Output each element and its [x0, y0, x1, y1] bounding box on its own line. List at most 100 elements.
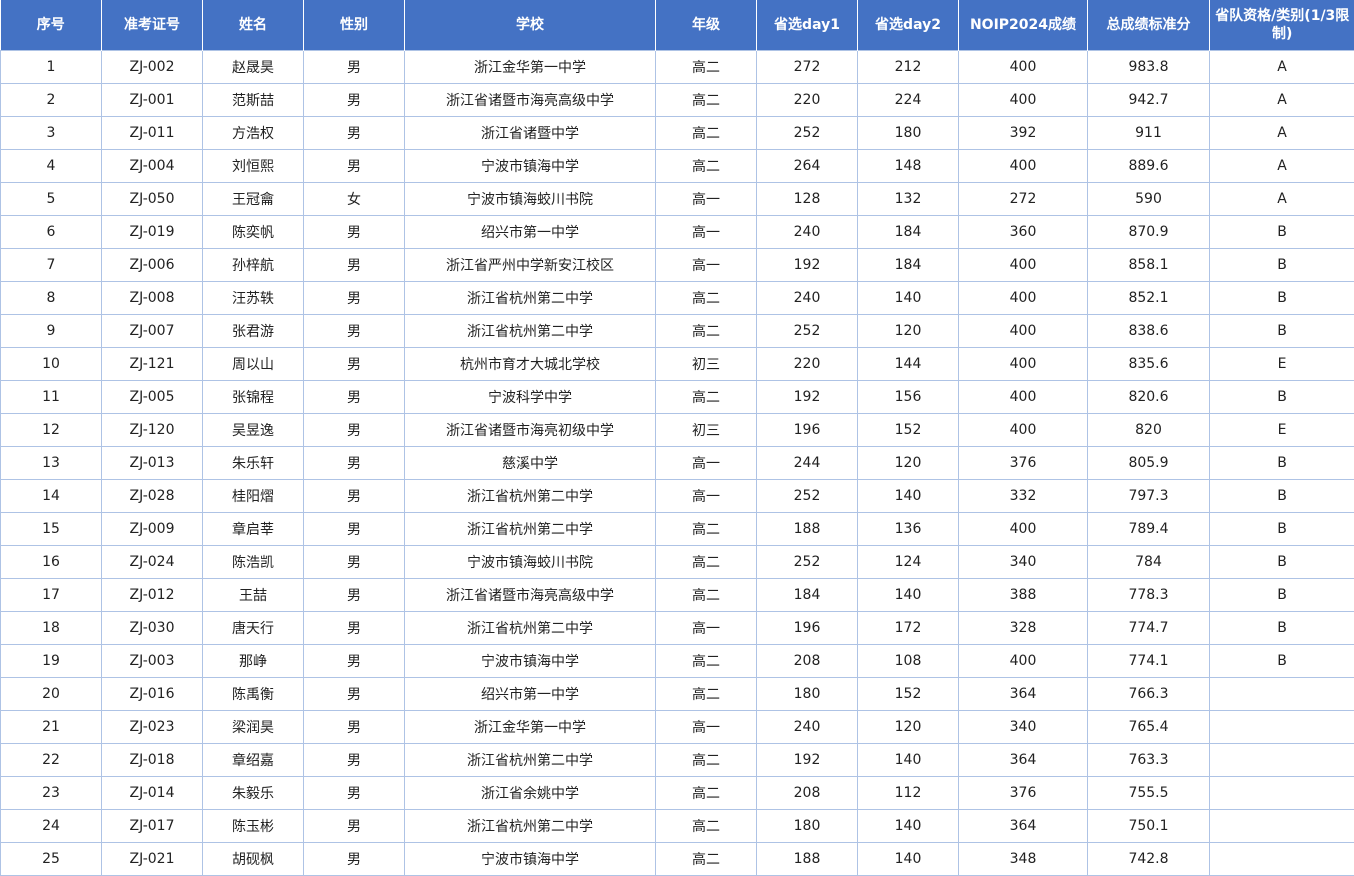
cell-name: 吴昱逸: [202, 413, 304, 447]
cell-school: 浙江省杭州第二中学: [404, 809, 656, 843]
cell-school: 浙江金华第一中学: [404, 710, 656, 744]
cell-qualification: B: [1209, 644, 1354, 678]
table-row: 20 ZJ-016 陈禹衡男绍兴市第一中学 高二 180 152 364 766.3: [0, 677, 1354, 711]
cell-grade: 高二: [655, 644, 757, 678]
cell-gender: 男: [303, 578, 405, 612]
table-row: 23 ZJ-014 朱毅乐男浙江省余姚中学 高二 208 112 376 755.5: [0, 776, 1354, 810]
cell-grade: 高二: [655, 314, 757, 348]
cell-rank: 12: [0, 413, 102, 447]
col-header-qualification: 省队资格/类别(1/3限制): [1209, 0, 1354, 51]
cell-grade: 高二: [655, 842, 757, 876]
cell-gender: 男: [303, 248, 405, 282]
cell-day1: 264: [756, 149, 858, 183]
cell-gender: 男: [303, 149, 405, 183]
cell-noip: 400: [958, 281, 1088, 315]
cell-school: 浙江金华第一中学: [404, 50, 656, 84]
table-row: 24 ZJ-017 陈玉彬男浙江省杭州第二中学 高二 180 140 364 750.1: [0, 809, 1354, 843]
cell-qualification: A: [1209, 149, 1354, 183]
cell-qualification: A: [1209, 83, 1354, 117]
cell-exam-id: ZJ-120: [101, 413, 203, 447]
cell-school: 宁波市镇海中学: [404, 842, 656, 876]
cell-total-score: 766.3: [1087, 677, 1210, 711]
table-row: 2 ZJ-001 范斯喆男浙江省诸暨市海亮高级中学 高二 220 224 400 942.7 A: [0, 83, 1354, 117]
table-row: 7 ZJ-006 孙梓航男浙江省严州中学新安江校区 高一 192 184 400 858.1 B: [0, 248, 1354, 282]
cell-grade: 初三: [655, 347, 757, 381]
cell-rank: 20: [0, 677, 102, 711]
cell-grade: 初三: [655, 413, 757, 447]
cell-rank: 14: [0, 479, 102, 513]
col-header-grade: 年级: [655, 0, 757, 51]
cell-day2: 140: [857, 809, 959, 843]
cell-exam-id: ZJ-018: [101, 743, 203, 777]
cell-qualification: A: [1209, 116, 1354, 150]
cell-total-score: 870.9: [1087, 215, 1210, 249]
cell-name: 汪苏轶: [202, 281, 304, 315]
cell-noip: 400: [958, 512, 1088, 546]
cell-gender: 男: [303, 281, 405, 315]
cell-school: 浙江省杭州第二中学: [404, 314, 656, 348]
cell-day1: 208: [756, 644, 858, 678]
table-row: 5 ZJ-050 王冠龠女宁波市镇海蛟川书院 高一 128 132 272 590 A: [0, 182, 1354, 216]
cell-gender: 男: [303, 380, 405, 414]
cell-day1: 240: [756, 281, 858, 315]
cell-qualification: B: [1209, 380, 1354, 414]
cell-total-score: 774.7: [1087, 611, 1210, 645]
cell-school: 宁波市镇海蛟川书院: [404, 182, 656, 216]
cell-total-score: 889.6: [1087, 149, 1210, 183]
cell-day1: 196: [756, 413, 858, 447]
cell-name: 那峥: [202, 644, 304, 678]
cell-name: 桂阳熠: [202, 479, 304, 513]
cell-exam-id: ZJ-121: [101, 347, 203, 381]
cell-noip: 400: [958, 248, 1088, 282]
cell-exam-id: ZJ-023: [101, 710, 203, 744]
table-row: 14 ZJ-028 桂阳熠男浙江省杭州第二中学 高一 252 140 332 797.3 B: [0, 479, 1354, 513]
col-header-total-score: 总成绩标准分: [1087, 0, 1210, 51]
cell-qualification: E: [1209, 413, 1354, 447]
cell-day1: 252: [756, 116, 858, 150]
cell-qualification: B: [1209, 281, 1354, 315]
cell-noip: 400: [958, 50, 1088, 84]
cell-exam-id: ZJ-024: [101, 545, 203, 579]
cell-rank: 4: [0, 149, 102, 183]
cell-name: 刘恒熙: [202, 149, 304, 183]
cell-gender: 男: [303, 50, 405, 84]
cell-gender: 男: [303, 611, 405, 645]
cell-day1: 252: [756, 545, 858, 579]
cell-total-score: 789.4: [1087, 512, 1210, 546]
cell-day2: 184: [857, 248, 959, 282]
cell-day2: 152: [857, 677, 959, 711]
cell-exam-id: ZJ-017: [101, 809, 203, 843]
cell-day1: 208: [756, 776, 858, 810]
cell-noip: 400: [958, 314, 1088, 348]
cell-gender: 男: [303, 116, 405, 150]
cell-grade: 高一: [655, 182, 757, 216]
table-row: 21 ZJ-023 梁润昊男浙江金华第一中学 高一 240 120 340 765.4: [0, 710, 1354, 744]
cell-noip: 340: [958, 710, 1088, 744]
cell-total-score: 763.3: [1087, 743, 1210, 777]
cell-name: 章绍嘉: [202, 743, 304, 777]
cell-exam-id: ZJ-012: [101, 578, 203, 612]
cell-day1: 192: [756, 248, 858, 282]
cell-noip: 400: [958, 644, 1088, 678]
cell-qualification: [1209, 743, 1354, 777]
col-header-school: 学校: [404, 0, 656, 51]
cell-total-score: 765.4: [1087, 710, 1210, 744]
cell-gender: 男: [303, 644, 405, 678]
cell-grade: 高二: [655, 809, 757, 843]
cell-total-score: 820: [1087, 413, 1210, 447]
table-row: 12 ZJ-120 吴昱逸男浙江省诸暨市海亮初级中学 初三 196 152 400 820 E: [0, 413, 1354, 447]
table-row: 25 ZJ-021 胡砚枫男宁波市镇海中学 高二 188 140 348 742.8: [0, 842, 1354, 876]
cell-noip: 332: [958, 479, 1088, 513]
cell-total-score: 805.9: [1087, 446, 1210, 480]
cell-qualification: B: [1209, 512, 1354, 546]
cell-day1: 220: [756, 347, 858, 381]
cell-rank: 17: [0, 578, 102, 612]
cell-grade: 高二: [655, 776, 757, 810]
cell-school: 浙江省诸暨中学: [404, 116, 656, 150]
cell-school: 慈溪中学: [404, 446, 656, 480]
cell-name: 唐天行: [202, 611, 304, 645]
col-header-exam-id: 准考证号: [101, 0, 203, 51]
cell-day2: 184: [857, 215, 959, 249]
cell-grade: 高一: [655, 710, 757, 744]
cell-rank: 15: [0, 512, 102, 546]
